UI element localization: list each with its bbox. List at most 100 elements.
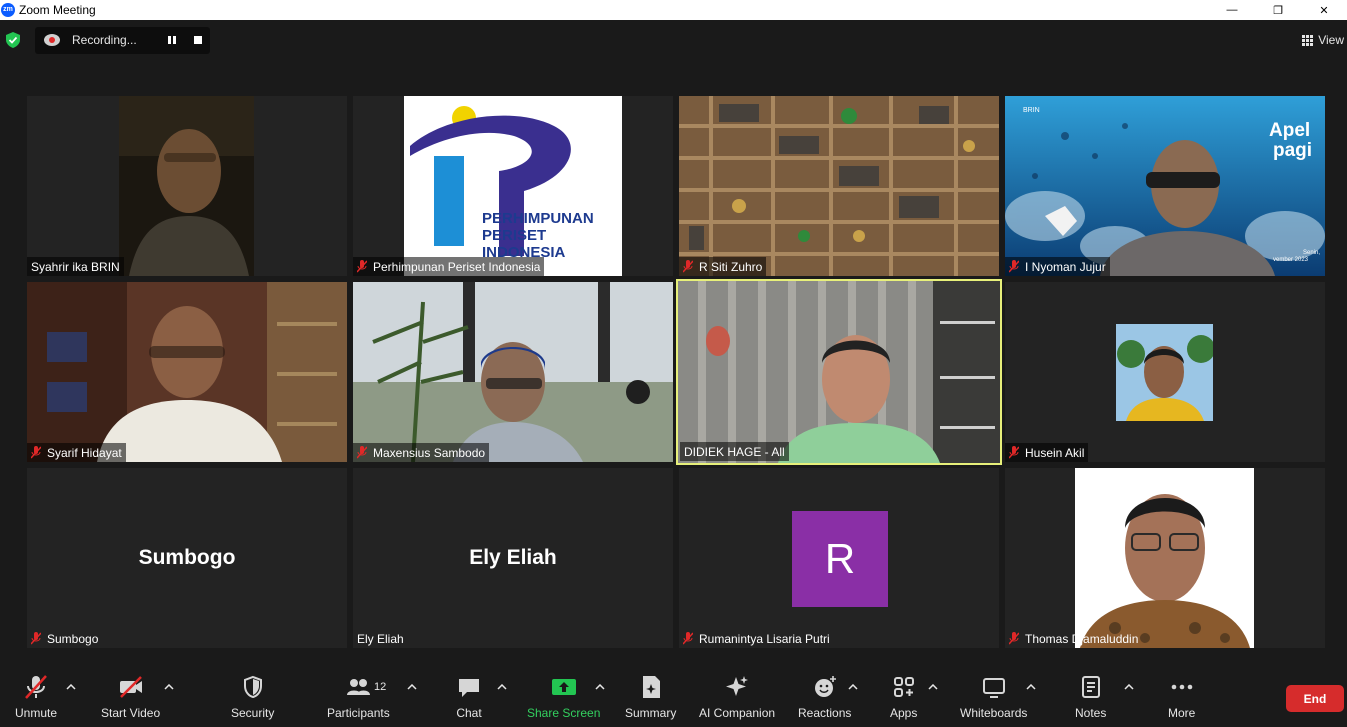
participant-tile[interactable]: R Rumanintya Lisaria Putri [679,468,999,648]
cloud-recording-icon [44,34,60,46]
whiteboards-options-chevron-icon[interactable] [1026,684,1036,690]
whiteboards-button[interactable]: Whiteboards [960,674,1027,724]
whiteboards-label: Whiteboards [960,706,1028,720]
mic-muted-icon [31,446,41,459]
participants-count-badge: 12 [374,681,387,693]
chat-options-chevron-icon[interactable] [497,684,507,690]
more-button[interactable]: More [1168,674,1195,724]
ai-sparkle-icon [726,676,749,696]
brin-brand: BRIN [1023,107,1040,114]
apps-options-chevron-icon[interactable] [928,684,938,690]
active-speaker-tile[interactable]: DIDIEK HAGE - All [676,279,1002,465]
participant-name-tag: Husein Akil [1005,443,1089,462]
pause-recording-icon[interactable] [168,36,176,44]
participant-name: Husein Akil [1025,445,1085,460]
participant-tile[interactable]: Ely Eliah Ely Eliah [353,468,673,648]
mic-muted-icon [25,675,47,699]
whiteboard-icon [982,678,1005,698]
mic-muted-icon [357,446,367,459]
participant-tile[interactable]: Syarif Hidayat [27,282,347,462]
apel-day: Senin, [1303,250,1320,256]
title-bar: zm Zoom Meeting — ❐ ✕ [0,0,1347,20]
logo-text-line2: PERISET [482,227,546,244]
maximize-button[interactable]: ❐ [1255,0,1301,20]
share-screen-label: Share Screen [527,706,601,720]
share-screen-button[interactable]: Share Screen [527,674,600,724]
minimize-button[interactable]: — [1209,0,1255,20]
security-button[interactable]: Security [231,674,274,724]
more-label: More [1168,706,1196,720]
participants-label: Participants [327,706,390,720]
recording-indicator[interactable]: Recording... [35,27,210,54]
window-title: Zoom Meeting [19,3,96,17]
participant-name-tag: Syarif Hidayat [27,443,126,462]
unmute-button[interactable]: Unmute [15,674,57,724]
end-meeting-button[interactable]: End [1286,685,1344,712]
participant-tile[interactable]: Apel pagi BRIN Senin, vember 2023 I Nyom… [1005,96,1325,276]
reactions-options-chevron-icon[interactable] [848,684,858,690]
mic-muted-icon [31,632,41,645]
participant-name: Syarif Hidayat [47,445,122,460]
video-off-icon [119,676,142,698]
apel-title-line1: Apel [1269,120,1310,141]
participant-name: Perhimpunan Periset Indonesia [373,259,541,274]
participant-name-tag: Ely Eliah [353,629,408,648]
security-label: Security [231,706,275,720]
meeting-toolbar: Unmute Start Video Security Participants… [0,664,1347,727]
participant-video [679,96,999,276]
chat-button[interactable]: Chat [456,674,482,724]
apps-label: Apps [890,706,918,720]
video-options-chevron-icon[interactable] [164,684,174,690]
participant-tile[interactable]: Thomas Djamaluddin [1005,468,1325,648]
participant-video [678,281,1000,463]
apps-icon [893,677,914,697]
participant-name-tag: Maxensius Sambodo [353,443,490,462]
participant-name-tag: I Nyoman Jujur [1005,257,1110,276]
participant-name-tag: Syahrir ika BRIN [27,257,124,276]
participant-video [119,96,254,276]
mic-muted-icon [1009,632,1019,645]
notes-options-chevron-icon[interactable] [1124,684,1134,690]
participant-name: DIDIEK HAGE - All [684,444,785,459]
participant-name-tag: Sumbogo [27,629,102,648]
notes-button[interactable]: Notes [1075,674,1106,724]
encryption-shield-icon[interactable] [6,32,20,48]
mic-muted-icon [683,632,693,645]
participant-name: Rumanintya Lisaria Putri [699,631,830,646]
apps-button[interactable]: Apps [890,674,917,724]
start-video-button[interactable]: Start Video [101,674,160,724]
share-options-chevron-icon[interactable] [595,684,605,690]
participant-name: Sumbogo [47,631,99,646]
participant-initial-avatar: R [792,511,888,607]
view-button[interactable]: View [1302,33,1344,47]
participant-tile[interactable]: PERHIMPUNAN PERISET INDONESIA Perhimpuna… [353,96,673,276]
ai-companion-button[interactable]: AI Companion [699,674,775,724]
participant-tile[interactable]: Maxensius Sambodo [353,282,673,462]
summary-button[interactable]: Summary [625,674,676,724]
close-button[interactable]: ✕ [1301,0,1347,20]
zoom-logo-icon: zm [1,3,15,17]
mic-muted-icon [1009,260,1019,273]
apel-date: vember 2023 [1273,257,1309,263]
window-controls: — ❐ ✕ [1209,0,1347,20]
participant-name: Syahrir ika BRIN [31,259,120,274]
mic-muted-icon [1009,446,1019,459]
ai-companion-label: AI Companion [699,706,776,720]
participant-video [27,282,347,462]
reactions-button[interactable]: Reactions [798,674,851,724]
participant-name: R Siti Zuhro [699,259,763,274]
organization-logo: PERHIMPUNAN PERISET INDONESIA [404,96,622,276]
notes-icon [1081,676,1100,698]
audio-options-chevron-icon[interactable] [66,684,76,690]
reactions-smiley-icon [814,676,836,697]
participant-tile[interactable]: Husein Akil [1005,282,1325,462]
participants-options-chevron-icon[interactable] [407,684,417,690]
participant-tile[interactable]: Syahrir ika BRIN [27,96,347,276]
participant-tile[interactable]: R Siti Zuhro [679,96,999,276]
participant-video [353,282,673,462]
stop-recording-icon[interactable] [194,36,202,44]
participant-display-name: Ely Eliah [469,546,557,569]
participant-name: I Nyoman Jujur [1025,259,1106,274]
participant-tile[interactable]: Sumbogo Sumbogo [27,468,347,648]
participant-avatar-photo [1116,324,1213,421]
